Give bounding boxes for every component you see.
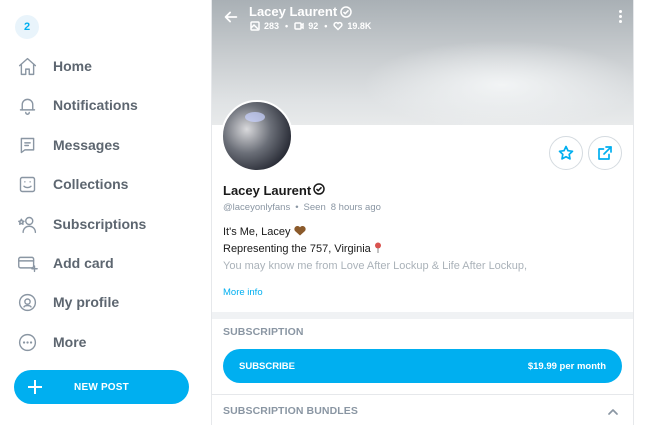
sidebar-item-collections[interactable]: Collections [15, 170, 128, 198]
photos-stat: 283 [250, 21, 279, 31]
image-icon [250, 21, 260, 31]
subscribe-label: SUBSCRIBE [239, 360, 295, 372]
more-circle-icon [15, 330, 39, 354]
header-stats: 283 • 92 • 19.8K [250, 21, 371, 31]
subscribe-button[interactable]: SUBSCRIBE $19.99 per month [223, 349, 622, 383]
subscription-title: SUBSCRIPTION [223, 326, 304, 338]
sidebar-item-label: Home [53, 58, 92, 74]
section-divider [212, 394, 633, 395]
user-avatar[interactable]: 2 [15, 15, 39, 39]
profile-meta: @laceyonlyfans • Seen 8 hours ago [223, 202, 381, 213]
profile-avatar[interactable] [221, 100, 293, 172]
card-add-icon [15, 251, 39, 275]
verified-icon [311, 183, 325, 198]
sidebar-item-my-profile[interactable]: My profile [15, 288, 119, 316]
videos-stat: 92 [294, 21, 318, 31]
seen-time: 8 hours ago [330, 202, 381, 213]
sidebar-item-label: More [53, 334, 87, 350]
bookmark-icon [15, 172, 39, 196]
more-options-button[interactable] [615, 9, 625, 27]
subscribe-price: $19.99 per month [527, 360, 606, 372]
likes-stat: 19.8K [333, 21, 371, 31]
more-info-link[interactable]: More info [223, 287, 263, 298]
sidebar-item-label: Add card [53, 255, 114, 271]
home-icon [15, 54, 39, 78]
profile-main: Lacey Laurent 283 • 92 • 19.8K Lacey Lau… [211, 0, 634, 425]
share-icon [598, 146, 612, 160]
profile-icon [15, 290, 39, 314]
sidebar-item-label: Collections [53, 176, 129, 192]
sidebar-item-home[interactable]: Home [15, 52, 92, 80]
collapse-bundles-button[interactable] [607, 405, 619, 417]
user-star-icon [15, 212, 39, 236]
header-title: Lacey Laurent [249, 4, 352, 19]
sidebar-item-add-card[interactable]: Add card [15, 249, 114, 277]
message-icon [15, 133, 39, 157]
sidebar-item-label: Subscriptions [53, 216, 147, 232]
new-post-button[interactable]: NEW POST [14, 370, 189, 404]
sidebar-item-notifications[interactable]: Notifications [15, 91, 138, 119]
arrow-left-icon [224, 11, 238, 23]
sidebar-item-subscriptions[interactable]: Subscriptions [15, 210, 146, 238]
share-button[interactable] [588, 136, 622, 170]
verified-icon [340, 5, 352, 18]
plus-icon [25, 377, 45, 397]
brown-heart-icon [293, 225, 306, 236]
bio-line-2: Representing the 757, Virginia [223, 243, 371, 255]
sidebar-item-label: My profile [53, 294, 120, 310]
profile-bio: It's Me, Lacey Representing the 757, Vir… [223, 224, 623, 275]
pin-icon [374, 242, 381, 253]
subscription-bundles-title: SUBSCRIPTION BUNDLES [223, 405, 359, 417]
sidebar-item-messages[interactable]: Messages [15, 131, 120, 159]
star-icon [558, 145, 574, 160]
seen-label: Seen [303, 202, 326, 213]
profile-name: Lacey Laurent [223, 183, 325, 198]
bell-icon [15, 93, 39, 117]
back-button[interactable] [222, 8, 242, 28]
bio-line-3: You may know me from Love After Lockup &… [223, 260, 528, 272]
chevron-up-icon [608, 409, 618, 415]
sidebar-item-more[interactable]: More [15, 328, 86, 356]
heart-icon [333, 21, 343, 31]
video-icon [294, 22, 304, 30]
sidebar-item-label: Notifications [53, 97, 138, 113]
profile-handle: @laceyonlyfans [223, 202, 291, 213]
sidebar: 2 Home Notifications Messages Collection… [0, 0, 211, 425]
header-name: Lacey Laurent [249, 4, 338, 19]
bio-line-1: It's Me, Lacey [223, 226, 291, 238]
section-divider [212, 312, 633, 319]
favorite-button[interactable] [549, 136, 583, 170]
sidebar-item-label: Messages [53, 137, 120, 153]
